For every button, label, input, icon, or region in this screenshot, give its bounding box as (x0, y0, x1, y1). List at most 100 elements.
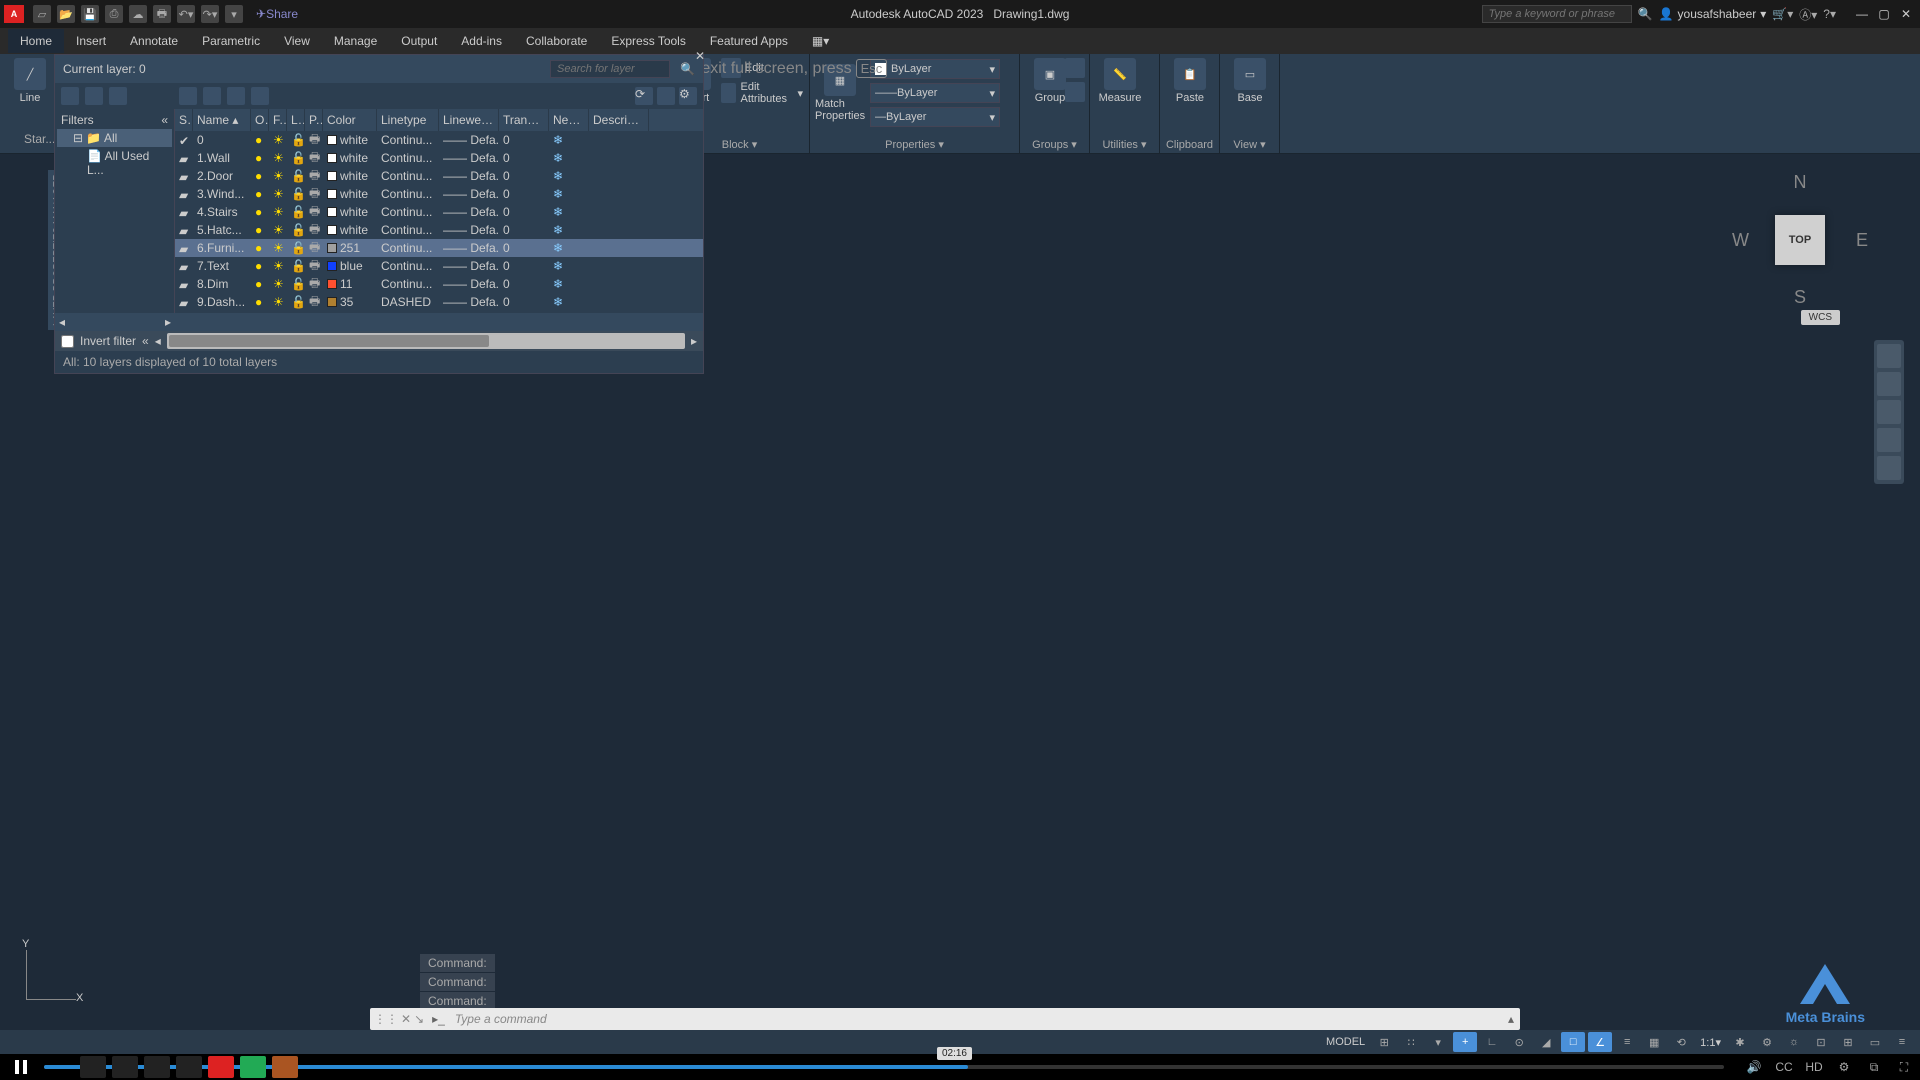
pip-icon[interactable]: ⧉ (1864, 1057, 1884, 1077)
status-iso-icon[interactable]: ◢ (1534, 1032, 1558, 1052)
freeze-layer-icon[interactable] (203, 87, 221, 105)
layer-freeze-icon[interactable]: ☀ (273, 169, 284, 183)
measure-button[interactable]: 📏 Measure (1096, 58, 1144, 104)
tree-scroll-left-icon[interactable]: ◂ (59, 315, 65, 329)
group-props-label[interactable]: Properties ▾ (810, 138, 1019, 151)
layer-search-input[interactable] (550, 60, 670, 78)
layer-freeze-icon[interactable]: ☀ (273, 259, 284, 273)
qat-save-icon[interactable]: 💾 (81, 5, 99, 23)
cmd-recent-icon[interactable]: ↘ (414, 1012, 424, 1026)
col-lock[interactable]: L.. (287, 109, 305, 131)
layer-on-icon[interactable]: ● (255, 277, 262, 291)
layer-on-icon[interactable]: ● (255, 151, 262, 165)
delete-layer-icon[interactable] (227, 87, 245, 105)
set-current-icon[interactable] (251, 87, 269, 105)
layer-linetype-cell[interactable]: Continu... (377, 240, 439, 256)
nav-wheel-icon[interactable] (1877, 344, 1901, 368)
qat-saveas-icon[interactable]: ⎙ (105, 5, 123, 23)
layer-plot-icon[interactable]: 🖶 (309, 292, 320, 313)
layer-on-icon[interactable]: ● (255, 259, 262, 273)
layer-linetype-cell[interactable]: Continu... (377, 222, 439, 238)
edit-attr-button[interactable]: Edit Attributes ▾ (721, 81, 803, 105)
layer-color-cell[interactable]: white (323, 168, 377, 184)
wcs-badge[interactable]: WCS (1801, 310, 1840, 325)
status-units-icon[interactable]: ⊡ (1809, 1032, 1833, 1052)
layer-name-cell[interactable]: 4.Stairs (193, 204, 251, 220)
status-lwt-icon[interactable]: ≡ (1615, 1032, 1639, 1052)
volume-icon[interactable]: 🔊 (1744, 1057, 1764, 1077)
layer-row[interactable]: ▰9.Dash...●☀🔓🖶35DASHED—— Defa...0❄ (175, 293, 703, 311)
color-bylayer-dropdown[interactable]: ByLayer▾ (870, 59, 1000, 79)
layer-transparency-cell[interactable]: 0 (499, 240, 549, 256)
group-util-label[interactable]: Utilities ▾ (1090, 138, 1159, 151)
layer-lock-icon[interactable]: 🔓 (291, 169, 305, 183)
grid-hscrollbar[interactable] (167, 333, 685, 349)
line-button[interactable]: ╱ Line (6, 58, 54, 104)
compass-e-label[interactable]: E (1856, 230, 1868, 251)
col-color[interactable]: Color (323, 109, 377, 131)
status-qp-icon[interactable]: ⊞ (1836, 1032, 1860, 1052)
status-custom-icon[interactable]: ≡ (1890, 1032, 1914, 1052)
layer-freeze-icon[interactable]: ☀ (273, 223, 284, 237)
layer-color-cell[interactable]: white (323, 222, 377, 238)
share-button[interactable]: ✈ Share (256, 7, 298, 21)
layer-color-cell[interactable]: blue (323, 258, 377, 274)
search-icon[interactable]: 🔍 (1638, 7, 1653, 21)
layer-color-cell[interactable]: 11 (323, 276, 377, 292)
new-group-filter-icon[interactable] (85, 87, 103, 105)
layer-linetype-cell[interactable]: DASHED (377, 294, 439, 310)
view-cube[interactable]: N S E W TOP (1740, 180, 1860, 300)
layer-row[interactable]: ✔0●☀🔓🖶whiteContinu...—— Defa...0❄ (175, 131, 703, 149)
qat-undo-icon[interactable]: ↶▾ (177, 5, 195, 23)
qat-dropdown-icon[interactable]: ▾ (225, 5, 243, 23)
layer-lineweight-cell[interactable]: —— Defa... (439, 258, 499, 274)
col-description[interactable]: Descript... (589, 109, 649, 131)
layer-name-cell[interactable]: 2.Door (193, 168, 251, 184)
collapse-invert-icon[interactable]: « (142, 334, 149, 348)
taskbar-app4-icon[interactable] (240, 1056, 266, 1078)
layer-newvp-icon[interactable]: ❄ (553, 133, 563, 147)
layer-name-cell[interactable]: 1.Wall (193, 150, 251, 166)
refresh-icon[interactable]: ⟳ (635, 87, 653, 105)
layer-search-icon[interactable]: 🔍 (680, 62, 695, 76)
minimize-window-button[interactable]: — (1852, 4, 1872, 24)
layer-color-cell[interactable]: white (323, 204, 377, 220)
col-status[interactable]: S.. (175, 109, 193, 131)
status-osnap-icon[interactable]: □ (1561, 1032, 1585, 1052)
layer-transparency-cell[interactable]: 0 (499, 294, 549, 310)
qat-web-icon[interactable]: ☁ (129, 5, 147, 23)
layer-lineweight-cell[interactable]: —— Defa... (439, 276, 499, 292)
layer-transparency-cell[interactable]: 0 (499, 258, 549, 274)
col-linetype[interactable]: Linetype (377, 109, 439, 131)
quality-icon[interactable]: HD (1804, 1057, 1824, 1077)
layer-freeze-icon[interactable]: ☀ (273, 205, 284, 219)
layer-description-cell[interactable] (589, 211, 649, 213)
maximize-window-button[interactable]: ▢ (1874, 4, 1894, 24)
grid-scroll-left-icon[interactable]: ◂ (155, 334, 161, 348)
group-groups-label[interactable]: Groups ▾ (1020, 138, 1089, 151)
layer-lineweight-cell[interactable]: —— Defa... (439, 150, 499, 166)
layer-newvp-icon[interactable]: ❄ (553, 277, 563, 291)
layer-linetype-cell[interactable]: Continu... (377, 276, 439, 292)
layer-transparency-cell[interactable]: 0 (499, 222, 549, 238)
layer-row[interactable]: ▰1.Wall●☀🔓🖶whiteContinu...—— Defa...0❄ (175, 149, 703, 167)
nav-zoom-icon[interactable] (1877, 400, 1901, 424)
layer-row[interactable]: ▰7.Text●☀🔓🖶blueContinu...—— Defa...0❄ (175, 257, 703, 275)
status-model-label[interactable]: MODEL (1322, 1036, 1369, 1048)
filter-all[interactable]: ⊟ 📁 All (57, 129, 172, 147)
layer-on-icon[interactable]: ● (255, 205, 262, 219)
layer-name-cell[interactable]: 8.Dim (193, 276, 251, 292)
tree-scroll-right-icon[interactable]: ▸ (165, 315, 171, 329)
layer-description-cell[interactable] (589, 301, 649, 303)
layer-linetype-cell[interactable]: Continu... (377, 186, 439, 202)
col-name[interactable]: Name ▴ (193, 109, 251, 131)
layer-newvp-icon[interactable]: ❄ (553, 151, 563, 165)
viewcube-top-face[interactable]: TOP (1775, 215, 1825, 265)
layer-name-cell[interactable]: 3.Wind... (193, 186, 251, 202)
layer-linetype-cell[interactable]: Continu... (377, 258, 439, 274)
layer-row[interactable]: ▰6.Furni...●☀🔓🖶251Continu...—— Defa...0❄ (175, 239, 703, 257)
layer-description-cell[interactable] (589, 139, 649, 141)
status-scale-label[interactable]: 1:1▾ (1696, 1036, 1725, 1049)
layer-newvp-icon[interactable]: ❄ (553, 295, 563, 309)
nav-pan-icon[interactable] (1877, 372, 1901, 396)
